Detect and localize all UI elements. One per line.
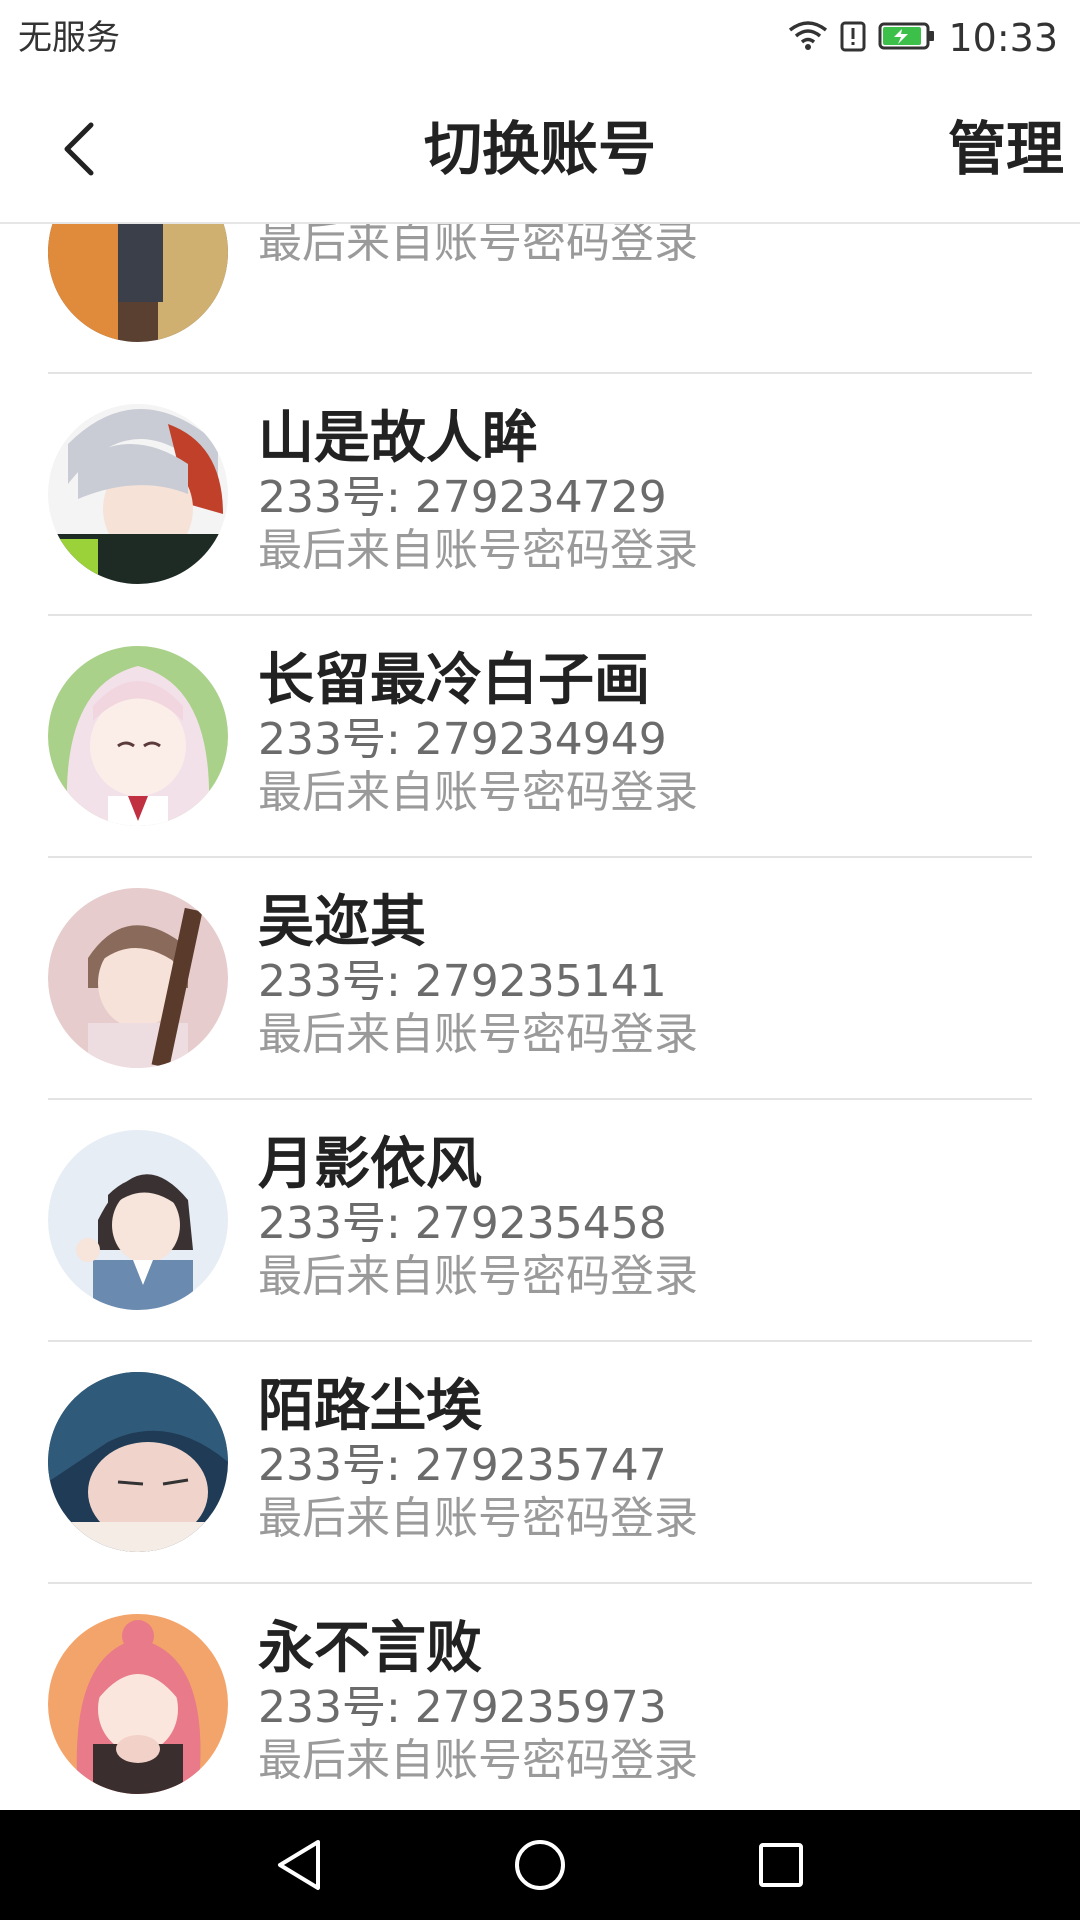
manage-button[interactable]: 管理	[948, 76, 1064, 222]
account-row[interactable]: 吴迩其 233号: 279235141 最后来自账号密码登录	[48, 858, 1032, 1100]
nav-home-button[interactable]	[503, 1828, 577, 1902]
account-id: 233号: 279235973	[258, 1682, 667, 1733]
account-name: 永不言败	[258, 1616, 482, 1681]
account-login-method: 最后来自账号密码登录	[258, 1735, 698, 1786]
nav-recents-button[interactable]	[744, 1828, 818, 1902]
account-login-method: 最后来自账号密码登录	[258, 525, 698, 576]
account-id: 233号: 279235747	[258, 1440, 667, 1491]
account-info: 山是故人眸 233号: 279234729 最后来自账号密码登录	[258, 406, 1032, 578]
account-name: 陌路尘埃	[258, 1374, 482, 1439]
account-login-method: 最后来自账号密码登录	[258, 1251, 698, 1302]
account-login-method: 最后来自账号密码登录	[258, 1493, 698, 1544]
account-name: 月影依风	[258, 1132, 482, 1197]
recents-square-icon	[759, 1843, 803, 1887]
avatar	[48, 224, 228, 342]
account-row[interactable]: 233号: 279234456 最后来自账号密码登录	[48, 224, 1032, 374]
status-icons: 10:33	[788, 14, 1058, 62]
avatar	[48, 1614, 228, 1794]
account-list[interactable]: 233号: 279234456 最后来自账号密码登录	[0, 224, 1080, 1810]
clock-time: 10:33	[948, 16, 1058, 60]
account-row[interactable]: 陌路尘埃 233号: 279235747 最后来自账号密码登录	[48, 1342, 1032, 1584]
account-login-method: 最后来自账号密码登录	[258, 767, 698, 818]
screen: 无服务 10:33 切换账号 管理 最后来自账号密码登录 山是故人眸 233号:…	[0, 0, 1080, 1920]
account-row[interactable]: 月影依风 233号: 279235458 最后来自账号密码登录	[48, 1100, 1032, 1342]
avatar	[48, 646, 228, 826]
account-info: 永不言败 233号: 279235973 最后来自账号密码登录	[258, 1616, 1032, 1788]
account-id: 233号: 279234949	[258, 714, 667, 765]
account-row[interactable]: 永不言败 233号: 279235973 最后来自账号密码登录	[48, 1584, 1032, 1810]
account-login-method: 最后来自账号密码登录	[258, 1009, 698, 1060]
avatar	[48, 888, 228, 1068]
account-info: 吴迩其 233号: 279235141 最后来自账号密码登录	[258, 890, 1032, 1062]
wifi-icon	[788, 20, 828, 56]
account-id: 233号: 279235458	[258, 1198, 667, 1249]
account-info: 月影依风 233号: 279235458 最后来自账号密码登录	[258, 1132, 1032, 1304]
avatar	[48, 404, 228, 584]
system-nav-bar	[0, 1810, 1080, 1920]
carrier-text: 无服务	[18, 18, 120, 58]
account-info: 233号: 279234456 最后来自账号密码登录	[258, 224, 1032, 270]
page-title: 切换账号	[423, 115, 656, 183]
account-name: 吴迩其	[258, 890, 426, 955]
account-row[interactable]: 长留最冷白子画 233号: 279234949 最后来自账号密码登录	[48, 616, 1032, 858]
app-header: 切换账号 管理	[0, 76, 1080, 224]
account-name: 山是故人眸	[258, 406, 538, 471]
nav-back-button[interactable]	[262, 1828, 336, 1902]
home-circle-icon	[515, 1840, 565, 1890]
account-info: 长留最冷白子画 233号: 279234949 最后来自账号密码登录	[258, 648, 1032, 820]
account-id: 233号: 279235141	[258, 956, 667, 1007]
account-row[interactable]: 山是故人眸 233号: 279234729 最后来自账号密码登录	[48, 374, 1032, 616]
account-id: 233号: 279234729	[258, 472, 667, 523]
avatar	[48, 1372, 228, 1552]
account-info: 陌路尘埃 233号: 279235747 最后来自账号密码登录	[258, 1374, 1032, 1546]
back-triangle-icon	[278, 1840, 320, 1890]
account-list-content: 233号: 279234456 最后来自账号密码登录	[0, 224, 1080, 1810]
alert-icon	[840, 20, 866, 56]
account-name: 长留最冷白子画	[258, 648, 650, 713]
avatar	[48, 1130, 228, 1310]
battery-charging-icon	[878, 21, 936, 55]
account-login-method: 最后来自账号密码登录	[258, 224, 698, 268]
status-bar: 无服务 10:33	[0, 0, 1080, 76]
